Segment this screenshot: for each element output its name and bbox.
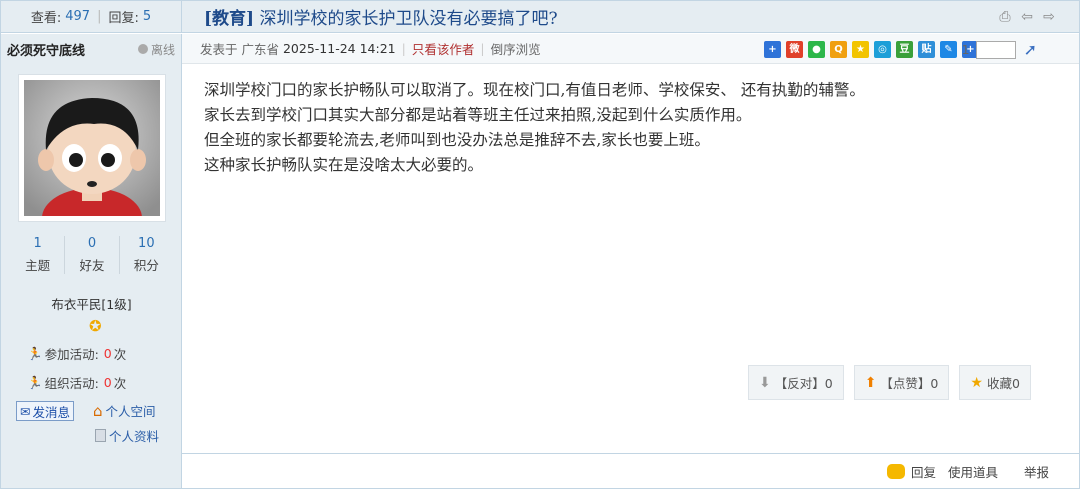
like-button[interactable]: ⬆ 【点赞】0: [853, 365, 950, 400]
online-status: 离线: [137, 41, 175, 58]
author-sidebar: 1 主题 0 好友 10 积分 布衣平民[1级] ✪ 🏃 参加活动: 0 次 🏃…: [1, 64, 182, 488]
favorite-button[interactable]: ★ 收藏0: [959, 365, 1031, 400]
house-icon: ⌂: [93, 401, 103, 420]
author-name[interactable]: 必须死守底线: [7, 40, 85, 59]
oppose-label: 【反对】0: [774, 376, 833, 391]
share-douban-icon[interactable]: 豆: [896, 41, 913, 58]
views-count: 497: [65, 9, 91, 24]
next-thread-icon[interactable]: ⇨: [1041, 9, 1057, 25]
profile-label: 个人资料: [109, 429, 160, 444]
activity-org-label: 组织活动:: [44, 376, 99, 391]
share-weibo-icon[interactable]: 微: [786, 41, 803, 58]
report-link[interactable]: 举报: [1024, 462, 1049, 481]
profile-link[interactable]: 个人资料: [95, 426, 159, 445]
vote-bar: ⬇ 【反对】0 ⬆ 【点赞】0 ★ 收藏0: [748, 365, 1031, 400]
document-icon: [95, 429, 106, 442]
home-space-link[interactable]: ⌂ 个人空间: [93, 401, 156, 420]
share-qq-icon[interactable]: Q: [830, 41, 847, 58]
post-meta: 发表于 广东省 2025-11-24 14:21 | 只看该作者 | 倒序浏览 …: [182, 34, 1079, 64]
thread-header: [教育] 深圳学校的家长护卫队没有必要搞了吧? ⎙ ⇦ ⇨: [182, 1, 1079, 33]
status-dot-icon: [137, 44, 148, 54]
stat-label: 积分: [133, 258, 159, 273]
rank-star-icon: ✪: [89, 317, 102, 335]
post-line: 家长去到学校门口其实大部分都是站着等班主任过来拍照,没起到什么实质作用。: [204, 106, 752, 124]
reverse-order-link[interactable]: 倒序浏览: [491, 39, 541, 58]
post-footer: 回复 使用道具 举报: [182, 453, 1079, 488]
thread-category[interactable]: [教育]: [204, 9, 254, 29]
arrow-down-icon: ⬇: [759, 374, 771, 391]
author-row: 必须死守底线 离线: [1, 34, 182, 64]
send-message-label: 发消息: [32, 404, 70, 420]
header-tools: ⎙ ⇦ ⇨: [997, 9, 1057, 25]
stat-value: 10: [138, 236, 155, 251]
thread-title-text[interactable]: 深圳学校的家长护卫队没有必要搞了吧?: [260, 9, 558, 29]
stat-friends[interactable]: 0 好友: [64, 236, 118, 274]
running-man-icon: 🏃: [27, 374, 43, 390]
stat-value: 1: [33, 236, 42, 251]
views-label: 查看:: [30, 11, 62, 26]
divider: |: [401, 41, 406, 56]
avatar-image: [24, 80, 160, 216]
envelope-icon: ✉: [20, 403, 31, 419]
activity-join-count: 0: [103, 346, 112, 361]
user-rank[interactable]: 布衣平民[1级]: [1, 294, 182, 313]
send-message-button[interactable]: ✉ 发消息: [16, 401, 74, 421]
only-author-link[interactable]: 只看该作者: [412, 39, 475, 58]
divider: |: [97, 9, 102, 24]
stat-threads[interactable]: 1 主题: [11, 236, 64, 274]
floor-jump: 1 ➚: [962, 40, 1037, 59]
thread-stats: 查看: 497 | 回复: 5: [1, 1, 182, 33]
star-icon: ★: [970, 374, 983, 391]
home-space-label: 个人空间: [105, 404, 156, 419]
share-qzone-icon[interactable]: ★: [852, 41, 869, 58]
share-tencent-icon[interactable]: ◎: [874, 41, 891, 58]
post-line: 这种家长护畅队实在是没啥太大必要的。: [204, 156, 484, 174]
stat-label: 主题: [25, 258, 51, 273]
arrow-up-icon: ⬆: [864, 374, 877, 391]
like-label: 【点赞】0: [880, 376, 939, 391]
reply-label: 回复: [910, 464, 936, 480]
prev-thread-icon[interactable]: ⇦: [1019, 9, 1035, 25]
activity-join: 🏃 参加活动: 0 次: [27, 344, 126, 363]
floor-input[interactable]: [975, 40, 1016, 59]
activity-join-label: 参加活动:: [44, 347, 99, 362]
replies-label: 回复:: [108, 11, 139, 26]
stat-label: 好友: [79, 258, 105, 273]
post-line: 但全班的家长都要轮流去,老师叫到也没办法总是推辞不去,家长也要上班。: [204, 131, 710, 149]
use-tools-link[interactable]: 使用道具: [948, 462, 998, 481]
post-content: 深圳学校门口的家长护畅队可以取消了。现在校门口,有值日老师、学校保安、 还有执勤…: [204, 78, 865, 178]
post-line: 深圳学校门口的家长护畅队可以取消了。现在校门口,有值日老师、学校保安、 还有执勤…: [204, 81, 865, 99]
post-date: 2025-11-24 14:21: [282, 41, 396, 56]
activity-org-count: 0: [103, 375, 112, 390]
avatar-frame: [18, 74, 166, 222]
speech-bubble-icon: [886, 463, 905, 479]
divider: |: [480, 41, 485, 56]
activity-organize: 🏃 组织活动: 0 次: [27, 373, 126, 392]
reply-button[interactable]: 回复: [886, 462, 936, 481]
oppose-button[interactable]: ⬇ 【反对】0: [748, 365, 844, 400]
stat-value: 0: [87, 236, 97, 251]
running-man-icon: 🏃: [27, 345, 43, 361]
favorite-label: 收藏0: [986, 376, 1020, 391]
share-plus-icon[interactable]: +: [764, 41, 781, 58]
floor-number: 1: [961, 42, 970, 57]
thread-title: [教育] 深圳学校的家长护卫队没有必要搞了吧?: [204, 4, 558, 29]
share-note-icon[interactable]: ✎: [940, 41, 957, 58]
count-unit: 次: [113, 347, 127, 362]
print-icon[interactable]: ⎙: [997, 9, 1013, 25]
count-unit: 次: [113, 376, 127, 391]
share-wechat-icon[interactable]: ●: [808, 41, 825, 58]
share-tieba-icon[interactable]: 贴: [918, 41, 935, 58]
avatar[interactable]: [24, 80, 160, 216]
status-text: 离线: [150, 42, 175, 57]
jump-arrow-icon[interactable]: ➚: [1024, 40, 1037, 59]
stat-points[interactable]: 10 积分: [118, 236, 173, 274]
author-stats: 1 主题 0 好友 10 积分: [11, 236, 173, 274]
replies-count: 5: [142, 9, 152, 24]
posted-label: 发表于 广东省: [200, 42, 279, 57]
